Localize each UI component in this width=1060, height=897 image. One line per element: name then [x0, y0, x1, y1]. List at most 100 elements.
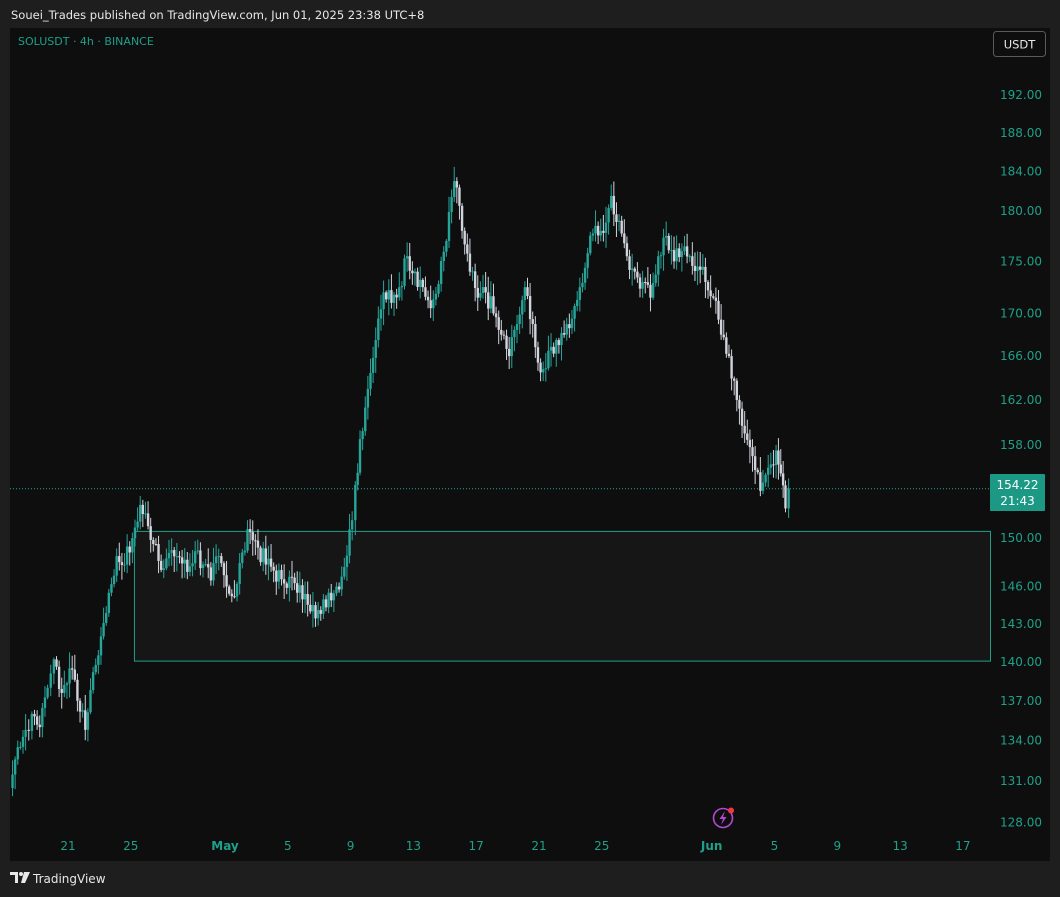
- candle-body: [60, 689, 63, 693]
- candle-body: [534, 323, 537, 348]
- price-tick-label: 184.00: [1000, 164, 1042, 178]
- candle-body: [46, 687, 49, 698]
- candle-body: [43, 697, 47, 708]
- candle-body: [105, 612, 108, 623]
- candle-body: [94, 664, 97, 673]
- candle-body: [753, 456, 757, 471]
- date-tick-label: 13: [892, 839, 907, 853]
- candle-body: [507, 348, 511, 357]
- symbol-label[interactable]: SOLUSDT · 4h · BINANCE: [18, 35, 154, 48]
- candle-body: [706, 282, 710, 291]
- candle-body: [479, 292, 482, 298]
- candle-body: [19, 746, 22, 748]
- candle-body: [33, 713, 36, 717]
- candle-body: [27, 729, 30, 731]
- candle-body: [112, 575, 116, 585]
- candles-group: [11, 166, 790, 797]
- candle-body: [541, 369, 545, 373]
- candle-body: [24, 729, 27, 737]
- price-tick-label: 150.00: [1000, 531, 1042, 545]
- date-tick-label: 5: [771, 839, 779, 853]
- candle-body: [531, 319, 534, 324]
- candle-body: [424, 287, 427, 297]
- candle-body: [471, 271, 474, 273]
- candle-body: [343, 567, 346, 577]
- candle-body: [722, 334, 725, 338]
- candle-body: [463, 230, 466, 245]
- candle-body: [149, 526, 152, 540]
- candle-body: [78, 700, 82, 712]
- candle-body: [630, 268, 634, 270]
- candle-body: [698, 266, 702, 270]
- chart-area[interactable]: 192.00 188.00 184.00 180.00 175.00 170.00 166.…: [10, 28, 1050, 861]
- candle-body: [664, 235, 668, 238]
- candle-body: [576, 299, 579, 307]
- candle-body: [188, 566, 192, 572]
- candle-body: [199, 550, 202, 569]
- candle-body: [570, 318, 574, 329]
- candle-body: [727, 353, 731, 357]
- candle-body: [500, 329, 503, 335]
- candle-body: [379, 309, 383, 319]
- date-tick-label: 9: [347, 839, 355, 853]
- price-tick-label: 188.00: [1000, 126, 1042, 140]
- price-tick-label: 146.00: [1000, 580, 1042, 594]
- candle-body: [99, 636, 103, 656]
- candle-body: [186, 559, 189, 572]
- price-axis[interactable]: 192.00 188.00 184.00 180.00 175.00 170.00 166.…: [1000, 88, 1042, 830]
- candle-body: [589, 235, 592, 254]
- candle-body: [175, 556, 179, 558]
- candle-body: [596, 225, 600, 236]
- candle-body: [350, 520, 354, 530]
- candle-body: [178, 556, 181, 558]
- candle-body: [429, 300, 432, 309]
- tradingview-logo-icon[interactable]: [10, 871, 30, 885]
- footer: [0, 861, 1060, 897]
- candle-body: [173, 550, 176, 557]
- time-axis[interactable]: 21 25 May 5 9 13 17 21 25 Jun 5 9 13 17: [60, 839, 970, 853]
- candle-body: [384, 292, 388, 300]
- currency-button[interactable]: USDT: [993, 31, 1046, 57]
- candle-body: [361, 431, 364, 440]
- candle-body: [536, 347, 540, 363]
- candle-body: [787, 488, 790, 509]
- candle-body: [497, 317, 500, 330]
- candle-body: [68, 668, 71, 684]
- candle-body: [502, 334, 506, 336]
- candle-body: [481, 287, 485, 293]
- candle-body: [714, 297, 718, 301]
- candle-body: [521, 300, 524, 315]
- candle-body: [327, 592, 330, 608]
- candle-body: [607, 207, 610, 223]
- candle-body: [473, 271, 477, 288]
- candle-body: [413, 271, 417, 274]
- candle-body: [678, 248, 681, 258]
- candlestick-chart[interactable]: 192.00 188.00 184.00 180.00 175.00 170.00 166.…: [10, 28, 1050, 861]
- candle-body: [340, 576, 343, 590]
- candle-body: [751, 447, 754, 457]
- candle-body: [13, 759, 17, 775]
- candle-body: [654, 274, 657, 283]
- candle-body: [41, 707, 44, 728]
- candle-body: [484, 287, 487, 293]
- candle-body: [204, 564, 207, 566]
- candle-body: [241, 552, 244, 564]
- candle-body: [110, 584, 113, 593]
- candle-body: [578, 287, 582, 300]
- candle-body: [238, 563, 241, 584]
- price-tick-label: 134.00: [1000, 734, 1042, 748]
- candle-body: [416, 271, 419, 287]
- candle-body: [180, 557, 184, 564]
- candle-body: [510, 337, 513, 357]
- candle-body: [335, 586, 338, 594]
- date-tick-label: 25: [123, 839, 138, 853]
- candle-body: [717, 300, 720, 320]
- candle-body: [282, 579, 286, 584]
- candle-body: [102, 622, 105, 637]
- lightning-icon[interactable]: [712, 807, 735, 829]
- candle-body: [659, 255, 663, 257]
- footer-brand: TradingView: [33, 872, 106, 886]
- candle-body: [144, 513, 147, 515]
- candle-body: [494, 313, 498, 318]
- candle-body: [620, 220, 623, 234]
